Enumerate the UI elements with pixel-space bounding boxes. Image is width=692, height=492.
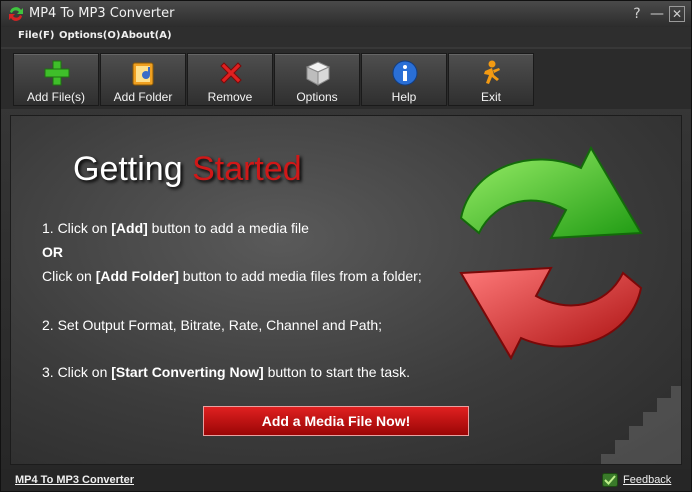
- help-button[interactable]: Help: [361, 53, 447, 106]
- menu-file[interactable]: File(F): [18, 30, 54, 41]
- step-3-prefix: 3. Click on: [42, 364, 112, 380]
- title-bar[interactable]: MP4 To MP3 Converter ? — ✕: [1, 1, 691, 27]
- info-icon: [392, 60, 418, 86]
- help-window-button[interactable]: ?: [629, 6, 645, 22]
- step-1-prefix: 1. Click on: [42, 220, 112, 236]
- convert-arrows-icon: [459, 145, 643, 361]
- cube-icon: [305, 61, 331, 86]
- or-text: OR: [42, 244, 63, 260]
- step-1-suffix: button to add a media file: [147, 220, 309, 236]
- status-bar: MP4 To MP3 Converter Feedback: [1, 469, 691, 491]
- toolbar: Add File(s) Add Folder Remove Options He…: [1, 49, 691, 109]
- options-button[interactable]: Options: [274, 53, 360, 106]
- add-files-button[interactable]: Add File(s): [13, 53, 99, 106]
- app-window: MP4 To MP3 Converter ? — ✕ File(F) Optio…: [0, 0, 692, 492]
- help-label: Help: [391, 90, 417, 104]
- plus-icon: [44, 60, 70, 86]
- step-2: 2. Set Output Format, Bitrate, Rate, Cha…: [42, 317, 383, 333]
- step-1b-suffix: button to add media files from a folder;: [178, 268, 422, 284]
- add-folder-label: Add Folder: [113, 90, 173, 104]
- running-man-icon: [484, 60, 500, 84]
- feedback-check-icon: [602, 473, 618, 487]
- add-media-file-now-button[interactable]: Add a Media File Now!: [203, 406, 469, 436]
- step-1b-prefix: Click on: [42, 268, 96, 284]
- app-home-link[interactable]: MP4 To MP3 Converter: [15, 474, 134, 486]
- feedback-link[interactable]: Feedback: [623, 474, 671, 486]
- options-label: Options: [296, 90, 338, 104]
- folder-icon: [132, 62, 154, 86]
- step-1b: Click on [Add Folder] button to add medi…: [42, 268, 422, 284]
- minimize-button[interactable]: —: [649, 6, 665, 22]
- page-title: Getting Started: [73, 150, 302, 189]
- step-3-suffix: button to start the task.: [263, 364, 411, 380]
- remove-label: Remove: [207, 90, 253, 104]
- step-3: 3. Click on [Start Converting Now] butto…: [42, 364, 410, 380]
- close-button[interactable]: ✕: [669, 6, 685, 22]
- stairs-watermark-icon: [601, 386, 681, 464]
- exit-button[interactable]: Exit: [448, 53, 534, 106]
- window-title: MP4 To MP3 Converter: [29, 6, 175, 21]
- getting-started-panel: Getting Started 1. Click on [Add] button…: [10, 115, 682, 465]
- menu-options[interactable]: Options(O): [59, 30, 120, 41]
- step-3-bold: [Start Converting Now]: [111, 364, 264, 380]
- add-files-label: Add File(s): [26, 90, 85, 104]
- title-started: Started: [192, 150, 302, 188]
- remove-button[interactable]: Remove: [187, 53, 273, 106]
- step-1-bold: [Add]: [111, 220, 148, 236]
- remove-x-icon: [220, 62, 242, 84]
- exit-label: Exit: [480, 90, 501, 104]
- menu-bar: File(F) Options(O) About(A): [1, 27, 691, 47]
- title-getting: Getting: [73, 150, 183, 188]
- add-folder-button[interactable]: Add Folder: [100, 53, 186, 106]
- step-1b-bold: [Add Folder]: [95, 268, 179, 284]
- step-1: 1. Click on [Add] button to add a media …: [42, 220, 309, 236]
- app-logo-icon: [9, 7, 23, 21]
- menu-about[interactable]: About(A): [121, 30, 172, 41]
